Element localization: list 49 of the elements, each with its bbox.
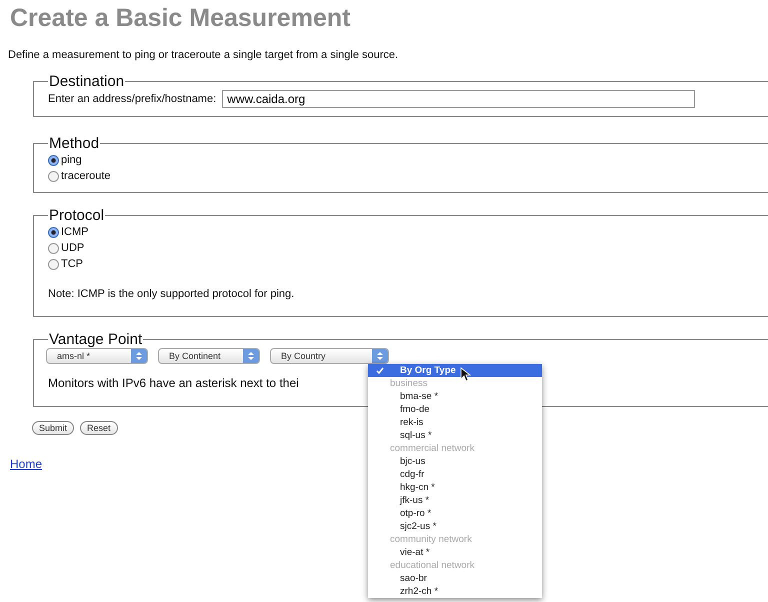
menu-option[interactable]: bma-se *	[368, 390, 542, 403]
radio-button[interactable]	[48, 226, 59, 238]
menu-option[interactable]: sao-br	[368, 572, 542, 585]
menu-option[interactable]: sjc2-us *	[368, 520, 542, 533]
home-link[interactable]: Home	[10, 457, 42, 471]
menu-option[interactable]: cdg-fr	[368, 468, 542, 481]
radio-label: TCP	[61, 258, 83, 270]
page-title: Create a Basic Measurement	[10, 4, 350, 33]
dropdown-select[interactable]: ams-nl *	[46, 348, 148, 364]
menu-option[interactable]: sql-us *	[368, 429, 542, 442]
radio-label: traceroute	[61, 170, 111, 182]
menu-group-label: community network	[389, 533, 473, 546]
radio-button[interactable]	[48, 154, 59, 166]
menu-option[interactable]: zrh2-ch *	[368, 585, 542, 598]
field-label: Enter an address/prefix/hostname:	[48, 93, 216, 105]
fieldset-legend: Method	[48, 135, 100, 152]
up-down-arrows-icon	[243, 349, 259, 363]
address-field[interactable]: www.caida.org	[222, 90, 696, 108]
page-description: Define a measurement to ping or traceroute a single target from a single source.	[8, 49, 398, 61]
radio-button[interactable]	[48, 258, 59, 270]
dropdown-select[interactable]: By Continent	[158, 348, 260, 364]
menu-option[interactable]: fmo-de	[368, 403, 542, 416]
mouse-pointer-icon	[460, 367, 471, 382]
menu-option[interactable]: By Org Type	[368, 364, 542, 377]
menu-option[interactable]: bjc-us	[368, 455, 542, 468]
menu-option[interactable]: hkg-cn *	[368, 481, 542, 494]
submit-button[interactable]: Submit	[32, 421, 74, 435]
fieldset-legend: Vantage Point	[48, 331, 144, 348]
checkmark-icon	[376, 367, 384, 374]
radio-label: UDP	[61, 242, 84, 254]
radio-label: ping	[61, 154, 82, 166]
menu-option[interactable]: jfk-us *	[368, 494, 542, 507]
reset-button[interactable]: Reset	[80, 421, 118, 435]
fieldset-legend: Protocol	[48, 207, 106, 224]
up-down-arrows-icon	[131, 349, 147, 363]
ipv6-note: Monitors with IPv6 have an asterisk next to thei	[48, 376, 299, 390]
radio-button[interactable]	[48, 242, 59, 254]
protocol-note: Note: ICMP is the only supported protocol for ping.	[48, 288, 294, 300]
radio-label: ICMP	[61, 226, 88, 238]
radio-button[interactable]	[48, 170, 59, 182]
menu-group-label: business	[389, 377, 428, 390]
fieldset-legend: Destination	[48, 73, 126, 90]
menu-option[interactable]: otp-ro *	[368, 507, 542, 520]
dropdown-select[interactable]: By Country	[270, 348, 389, 364]
up-down-arrows-icon	[372, 349, 388, 363]
menu-group-label: commercial network	[389, 442, 476, 455]
menu-option[interactable]: vie-at *	[368, 546, 542, 559]
menu-group-label: educational network	[389, 559, 476, 572]
menu-option[interactable]: rek-is	[368, 416, 542, 429]
